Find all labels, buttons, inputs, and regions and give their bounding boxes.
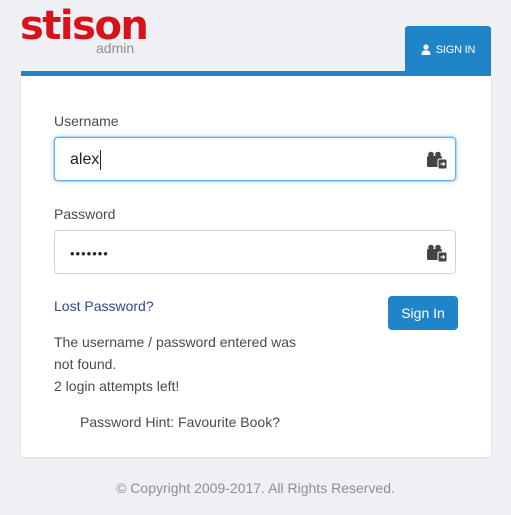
key-card-icon[interactable]	[427, 151, 447, 169]
password-value: •••••••	[70, 246, 109, 261]
password-field[interactable]: •••••••	[54, 230, 456, 274]
error-message: The username / password entered was not …	[54, 331, 324, 397]
login-card: Username alex Password ••••••• Lost Pass…	[21, 76, 491, 457]
password-label: Password	[54, 206, 116, 222]
username-label: Username	[54, 113, 119, 129]
tab-sign-in[interactable]: SIGN IN	[405, 26, 491, 73]
brand-logo: stison admin	[20, 4, 149, 56]
copyright-text: © Copyright 2009-2017. All Rights Reserv…	[116, 480, 395, 496]
user-icon	[421, 44, 431, 55]
username-value: alex	[70, 150, 102, 170]
login-attempts-text: 2 login attempts left!	[54, 378, 180, 394]
text-caret	[100, 150, 102, 170]
key-card-icon[interactable]	[427, 244, 447, 262]
error-line: not found.	[54, 356, 117, 372]
brand-subtitle: admin	[96, 40, 135, 56]
lost-password-link[interactable]: Lost Password?	[54, 298, 154, 314]
sign-in-button[interactable]: Sign In	[388, 296, 458, 330]
tab-sign-in-label: SIGN IN	[435, 43, 476, 56]
username-field[interactable]: alex	[54, 137, 456, 181]
password-hint: Password Hint: Favourite Book?	[80, 414, 280, 430]
error-line: The username / password entered was	[54, 334, 297, 350]
